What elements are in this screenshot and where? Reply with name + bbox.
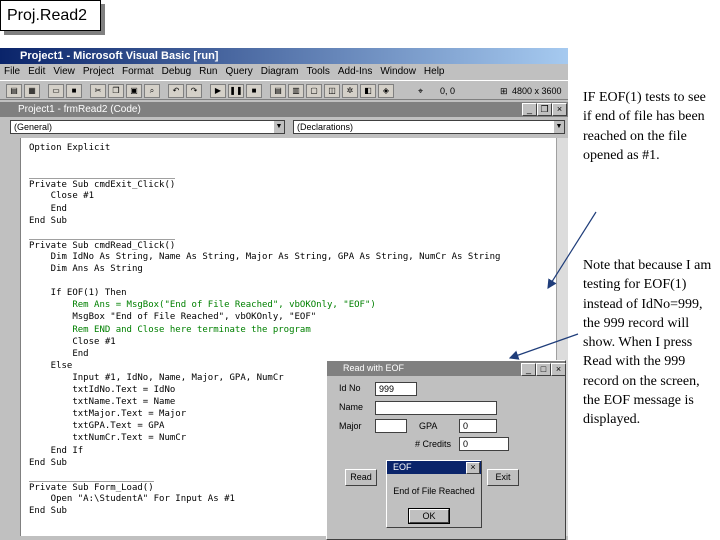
callout-arrows [508, 211, 597, 360]
arrow-to-form [508, 333, 579, 360]
arrow-to-eof-line [547, 211, 597, 290]
